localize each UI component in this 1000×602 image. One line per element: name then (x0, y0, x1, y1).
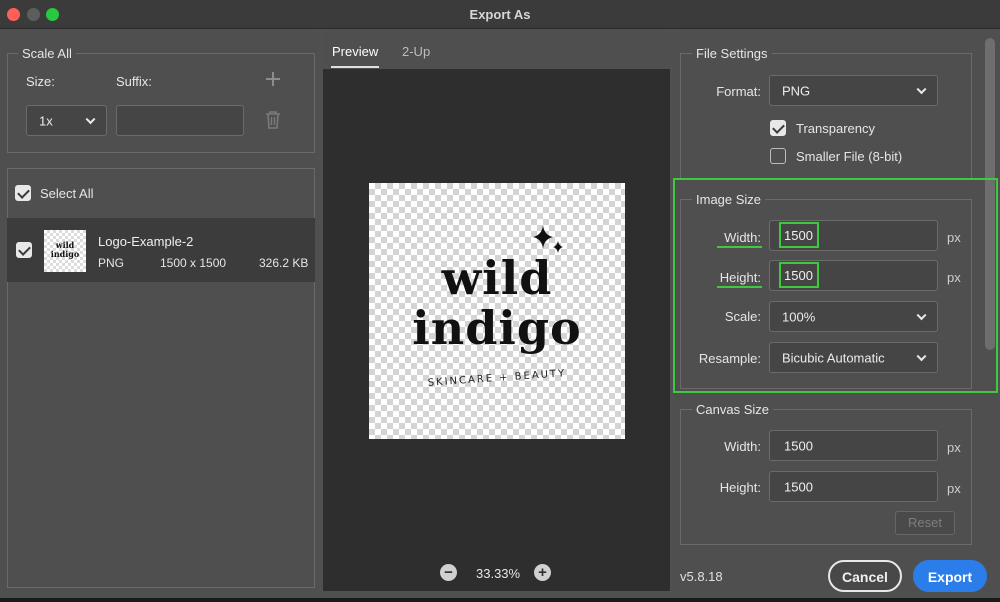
canvas-height-label: Height: (719, 480, 761, 495)
canvas-size-heading: Canvas Size (692, 402, 773, 417)
asset-name: Logo-Example-2 (98, 234, 194, 249)
transparency-label: Transparency (796, 121, 875, 136)
export-button[interactable]: Export (913, 560, 987, 592)
select-all-label: Select All (40, 186, 94, 201)
asset-file-size: 326.2 KB (259, 256, 309, 270)
chevron-down-icon (85, 113, 96, 124)
scale-all-heading: Scale All (18, 46, 76, 61)
version-label: v5.8.18 (680, 569, 723, 584)
canvas-width-label: Width: (724, 439, 761, 454)
file-settings-heading: File Settings (692, 46, 772, 61)
thumbnail-logo: wild indigo (50, 240, 80, 259)
window-title: Export As (469, 7, 531, 22)
preview-image: wild indigo SKINCARE + BEAUTY (369, 183, 625, 439)
logo-line-indigo: indigo (412, 301, 582, 355)
reset-button[interactable]: Reset (895, 511, 955, 535)
plus-icon[interactable] (264, 70, 282, 88)
smaller-file-label: Smaller File (8-bit) (796, 149, 903, 164)
window-bottom-edge (0, 598, 1000, 602)
asset-checkbox[interactable] (16, 242, 32, 258)
export-as-window: Export As Scale All Size: Suffix: 1x Sel… (0, 0, 1000, 602)
cancel-button[interactable]: Cancel (828, 560, 902, 592)
canvas-width-input[interactable]: 1500 (769, 430, 938, 461)
canvas-height-unit: px (947, 481, 961, 496)
scale-size-dropdown[interactable]: 1x (26, 105, 107, 136)
smaller-file-checkbox[interactable] (770, 148, 786, 164)
format-label: Format: (716, 84, 761, 99)
canvas-height-input[interactable]: 1500 (769, 471, 938, 502)
size-label: Size: (26, 74, 55, 89)
active-tab-indicator (331, 66, 379, 68)
asset-dimensions: 1500 x 1500 (160, 256, 227, 270)
suffix-input[interactable] (116, 105, 244, 136)
logo-tagline: SKINCARE + BEAUTY (427, 368, 567, 389)
transparency-checkbox[interactable] (770, 120, 786, 136)
chevron-down-icon (916, 83, 927, 94)
asset-format: PNG (98, 256, 125, 270)
trash-icon[interactable] (264, 110, 282, 130)
format-dropdown[interactable]: PNG (769, 75, 938, 106)
image-size-highlight-box (673, 178, 998, 393)
asset-thumbnail: wild indigo (44, 230, 86, 272)
tab-2-up[interactable]: 2-Up (402, 44, 430, 59)
title-bar: Export As (0, 0, 1000, 29)
zoom-out-button[interactable]: − (440, 564, 457, 581)
logo-line-wild: wild (441, 251, 553, 305)
canvas-width-unit: px (947, 440, 961, 455)
asset-row[interactable]: wild indigo Logo-Example-2 PNG 1500 x 15… (7, 218, 315, 282)
zoom-in-button[interactable]: + (534, 564, 551, 581)
scale-all-group (7, 53, 315, 153)
zoom-level: 33.33% (476, 566, 521, 581)
suffix-label: Suffix: (116, 74, 152, 89)
tab-preview[interactable]: Preview (332, 44, 378, 59)
scale-size-value: 1x (39, 113, 53, 128)
select-all-checkbox[interactable] (15, 185, 31, 201)
